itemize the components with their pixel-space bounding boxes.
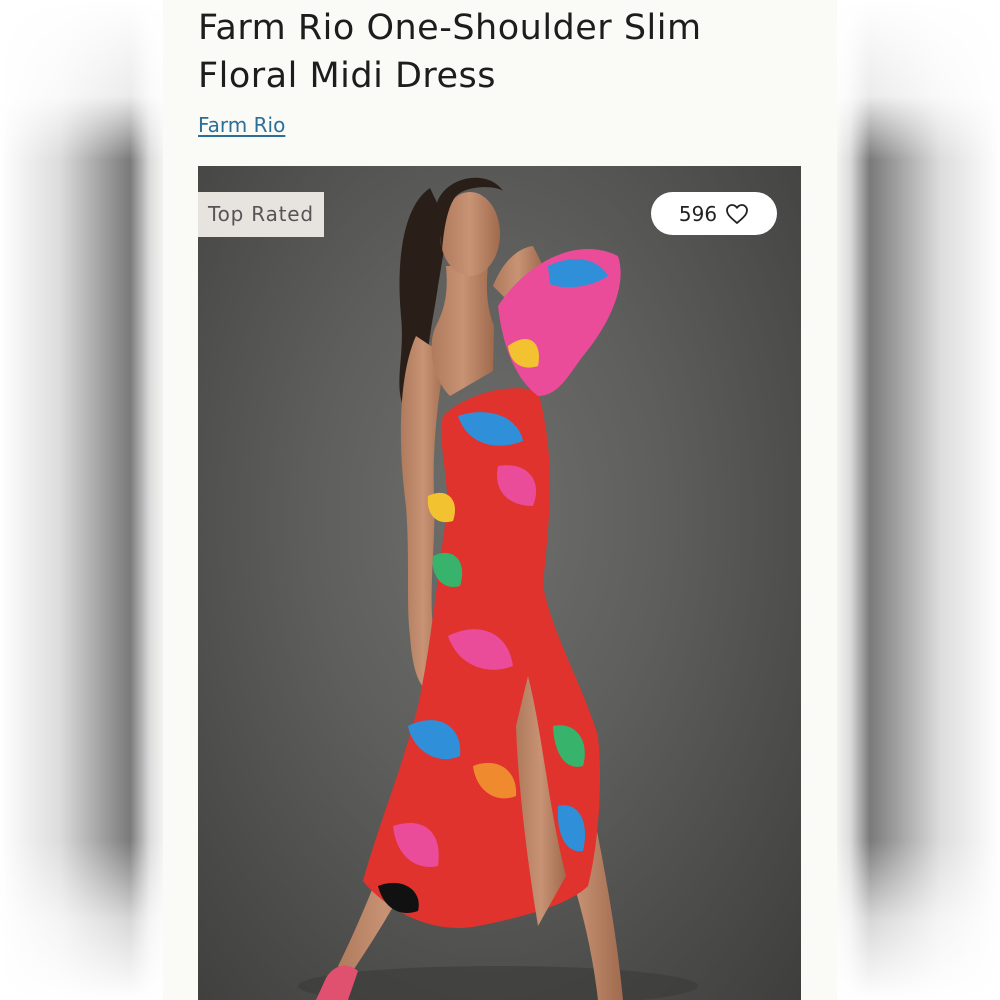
like-count: 596 <box>678 201 718 226</box>
heart-outline-icon <box>725 203 749 225</box>
like-button[interactable]: 596 <box>651 192 777 235</box>
model-photo <box>298 177 698 1000</box>
product-image[interactable]: Top Rated 596 <box>198 166 801 1000</box>
top-rated-badge: Top Rated <box>198 192 324 237</box>
product-title: Farm Rio One-Shoulder Slim Floral Midi D… <box>198 8 702 96</box>
brand-link[interactable]: Farm Rio <box>198 113 285 137</box>
product-page: Farm Rio One-Shoulder Slim Floral Midi D… <box>163 0 837 1000</box>
